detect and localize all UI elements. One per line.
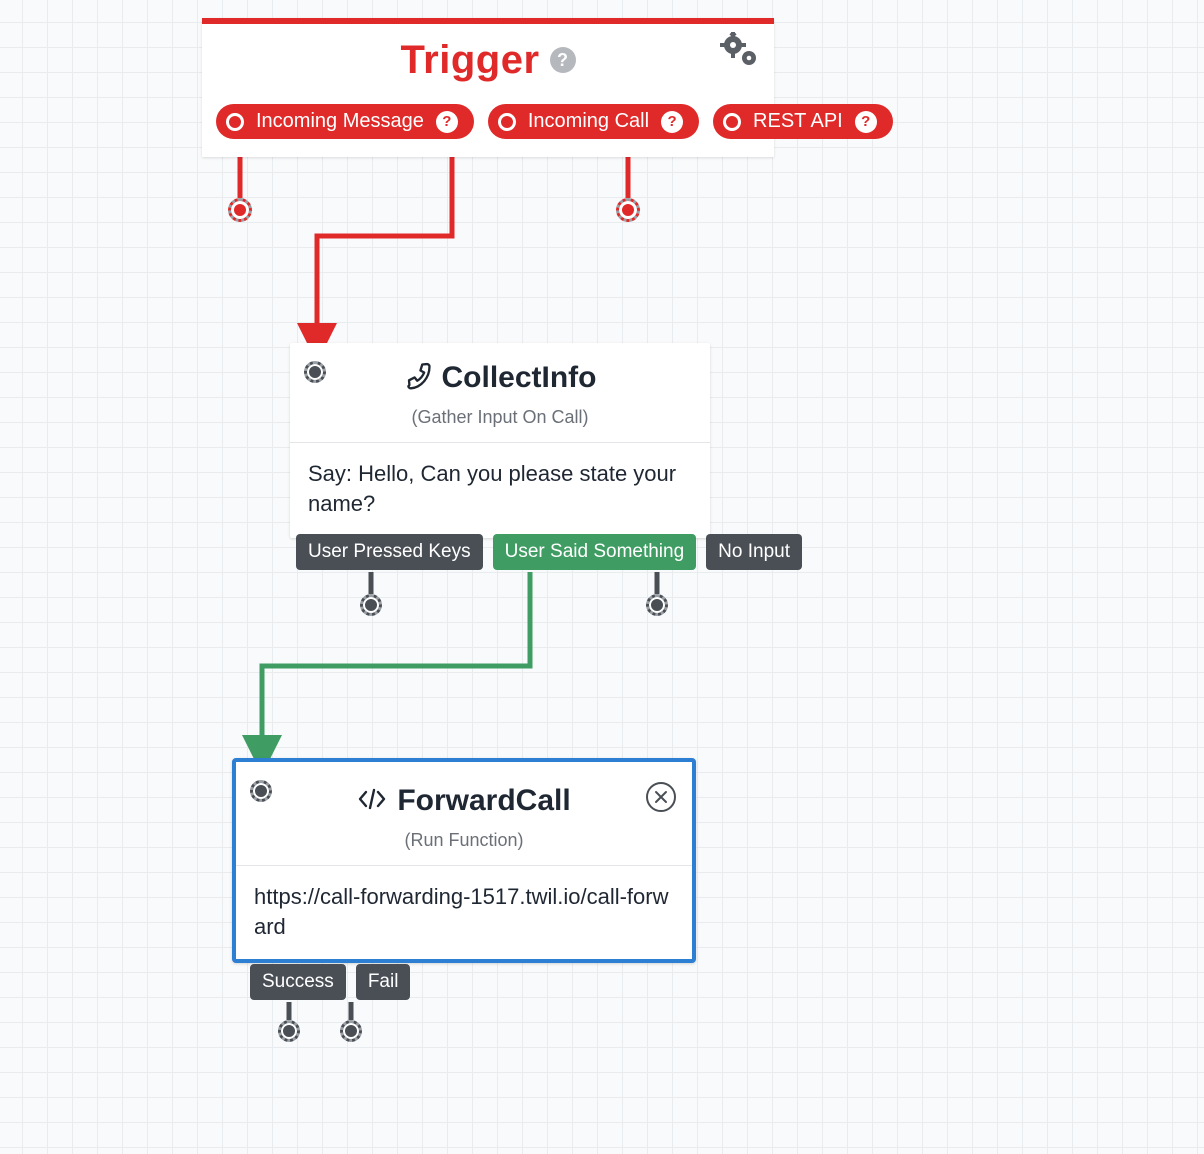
outlet-label: Success <box>262 971 334 992</box>
outlet-label: User Said Something <box>505 541 685 562</box>
connector-outlet[interactable] <box>498 113 516 131</box>
outlet-label: User Pressed Keys <box>308 541 471 562</box>
help-icon[interactable]: ? <box>436 111 458 133</box>
flow-canvas[interactable]: Trigger ? Incoming Message ? <box>0 0 1204 1154</box>
trigger-title: Trigger <box>400 38 539 83</box>
unconnected-endpoint[interactable] <box>228 198 252 222</box>
unconnected-endpoint[interactable] <box>340 1020 362 1042</box>
collectinfo-node[interactable]: CollectInfo (Gather Input On Call) Say: … <box>290 343 710 538</box>
trigger-node[interactable]: Trigger ? Incoming Message ? <box>202 18 774 157</box>
unconnected-endpoint[interactable] <box>278 1020 300 1042</box>
outlet-fail[interactable]: Fail <box>356 964 411 1000</box>
node-subtitle: (Gather Input On Call) <box>290 401 710 442</box>
forwardcall-outlets: Success Fail <box>250 964 410 1000</box>
outlet-user-said-something[interactable]: User Said Something <box>493 534 697 570</box>
help-icon[interactable]: ? <box>550 47 576 73</box>
unconnected-endpoint[interactable] <box>646 594 668 616</box>
node-header: CollectInfo <box>290 343 710 401</box>
help-icon[interactable]: ? <box>661 111 683 133</box>
trigger-header: Trigger ? <box>202 24 774 96</box>
gear-icon[interactable] <box>720 32 760 75</box>
outlet-label: Fail <box>368 971 399 992</box>
node-subtitle: (Run Function) <box>236 824 692 865</box>
connector-outlet[interactable] <box>723 113 741 131</box>
code-icon <box>357 786 387 817</box>
outlet-user-pressed-keys[interactable]: User Pressed Keys <box>296 534 483 570</box>
connector-outlet[interactable] <box>226 113 244 131</box>
trigger-pill-incoming-message[interactable]: Incoming Message ? <box>216 104 474 139</box>
unconnected-endpoint[interactable] <box>616 198 640 222</box>
help-icon[interactable]: ? <box>855 111 877 133</box>
connectors <box>0 0 1204 1154</box>
node-body: Say: Hello, Can you please state your na… <box>290 442 710 536</box>
pill-label: Incoming Message <box>256 110 424 133</box>
outlet-label: No Input <box>718 541 790 562</box>
trigger-pill-rest-api[interactable]: REST API ? <box>713 104 893 139</box>
outlet-success[interactable]: Success <box>250 964 346 1000</box>
pill-label: Incoming Call <box>528 110 649 133</box>
unconnected-endpoint[interactable] <box>360 594 382 616</box>
outlet-no-input[interactable]: No Input <box>706 534 802 570</box>
collectinfo-outlets: User Pressed Keys User Said Something No… <box>296 534 802 570</box>
trigger-pill-incoming-call[interactable]: Incoming Call ? <box>488 104 699 139</box>
node-header: ForwardCall <box>236 762 692 824</box>
node-title: CollectInfo <box>442 361 597 395</box>
node-title: ForwardCall <box>397 784 570 818</box>
node-body: https://call-forwarding-1517.twil.io/cal… <box>236 865 692 959</box>
trigger-outlets: Incoming Message ? Incoming Call ? REST … <box>202 96 774 157</box>
pill-label: REST API <box>753 110 843 133</box>
forwardcall-node[interactable]: ForwardCall (Run Function) https://call-… <box>232 758 696 963</box>
phone-icon <box>404 362 432 395</box>
